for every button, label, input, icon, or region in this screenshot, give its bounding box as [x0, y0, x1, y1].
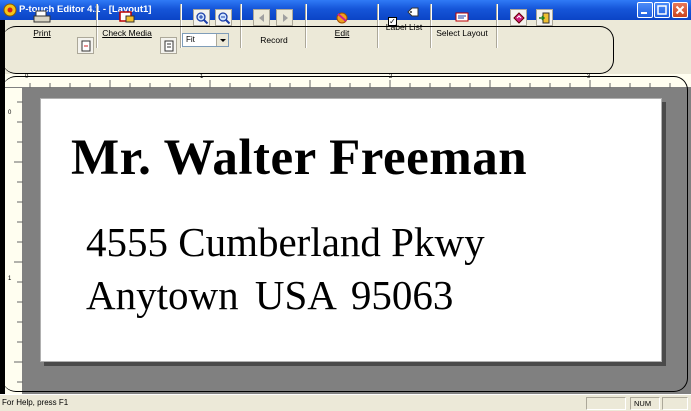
check-media-label: Check Media [102, 28, 152, 38]
next-record-button[interactable] [276, 9, 293, 26]
record-group: Record [254, 35, 294, 45]
label-list-label: Label List [385, 22, 423, 32]
help-book-icon [513, 12, 525, 24]
zoom-out-button[interactable] [215, 9, 232, 26]
toolbar-divider [496, 4, 498, 48]
status-pane [662, 397, 688, 410]
exit-button[interactable] [536, 9, 553, 26]
print-options-icon [81, 40, 91, 52]
edit-label: Edit [334, 28, 350, 38]
check-media-button[interactable]: Check Media [100, 11, 154, 48]
ruler-mark: 2 [389, 74, 393, 80]
previous-record-icon [259, 14, 264, 22]
toolbar-divider [240, 4, 242, 48]
zoom-in-button[interactable] [193, 9, 210, 26]
status-bar: For Help, press F1 NUM [0, 394, 691, 411]
select-layout-button[interactable]: Select Layout [434, 12, 490, 48]
label-list-button[interactable]: Label List [380, 7, 428, 48]
status-pane [586, 397, 626, 410]
chevron-down-icon[interactable] [216, 34, 228, 46]
ruler-mark: 1 [200, 74, 204, 80]
exit-door-icon [539, 12, 550, 24]
label-text-city[interactable]: Anytown USA 95063 [86, 271, 453, 319]
minimize-button[interactable] [637, 2, 653, 18]
zoom-value: Fit [186, 35, 195, 44]
ruler-mark: 0 [25, 74, 29, 80]
ruler-mark: 0 [8, 110, 12, 116]
toolbar-divider [377, 4, 379, 48]
print-button[interactable]: Print [22, 10, 62, 48]
select-layout-text: Select Layout [436, 28, 488, 38]
previous-record-button[interactable] [253, 9, 270, 26]
toolbar-divider [96, 4, 98, 48]
status-help-text: For Help, press F1 [2, 398, 69, 407]
toolbar-divider [305, 4, 307, 48]
edit-icon [336, 12, 348, 24]
maximize-icon [657, 5, 667, 15]
zoom-dropdown[interactable]: Fit [182, 33, 229, 47]
select-layout-label: Select Layout [434, 28, 490, 38]
zoom-out-icon [218, 12, 231, 25]
minimize-icon [641, 12, 647, 14]
next-record-icon [283, 14, 288, 22]
media-options-button[interactable] [160, 37, 177, 54]
label-list-icon [407, 7, 419, 17]
ruler-mark: 3 [587, 74, 591, 80]
record-label: Record [260, 35, 288, 45]
close-button[interactable] [672, 2, 688, 18]
vertical-ruler: 0 1 [5, 88, 23, 394]
print-options-button[interactable] [77, 37, 94, 54]
printer-icon [33, 10, 51, 23]
ruler-ticks [14, 101, 23, 383]
label-text-name[interactable]: Mr. Walter Freeman [71, 129, 527, 187]
status-pane-num: NUM [630, 397, 660, 410]
zoom-in-icon [196, 12, 209, 25]
select-layout-icon [455, 12, 469, 22]
media-options-icon [164, 40, 174, 52]
tape-media-icon [119, 11, 135, 23]
ptouch-app-icon[interactable] [3, 3, 17, 17]
maximize-button[interactable] [654, 2, 670, 18]
help-button[interactable] [510, 9, 527, 26]
edit-button[interactable]: Edit [322, 12, 362, 48]
horizontal-ruler: 0 1 2 3 [5, 74, 691, 88]
print-label: Print [33, 28, 51, 38]
num-lock-indicator: NUM [634, 399, 652, 408]
toolbar-divider [430, 4, 432, 48]
label-text-street[interactable]: 4555 Cumberland Pkwy [86, 218, 485, 266]
close-icon [675, 5, 685, 15]
ruler-mark: 1 [8, 276, 12, 282]
